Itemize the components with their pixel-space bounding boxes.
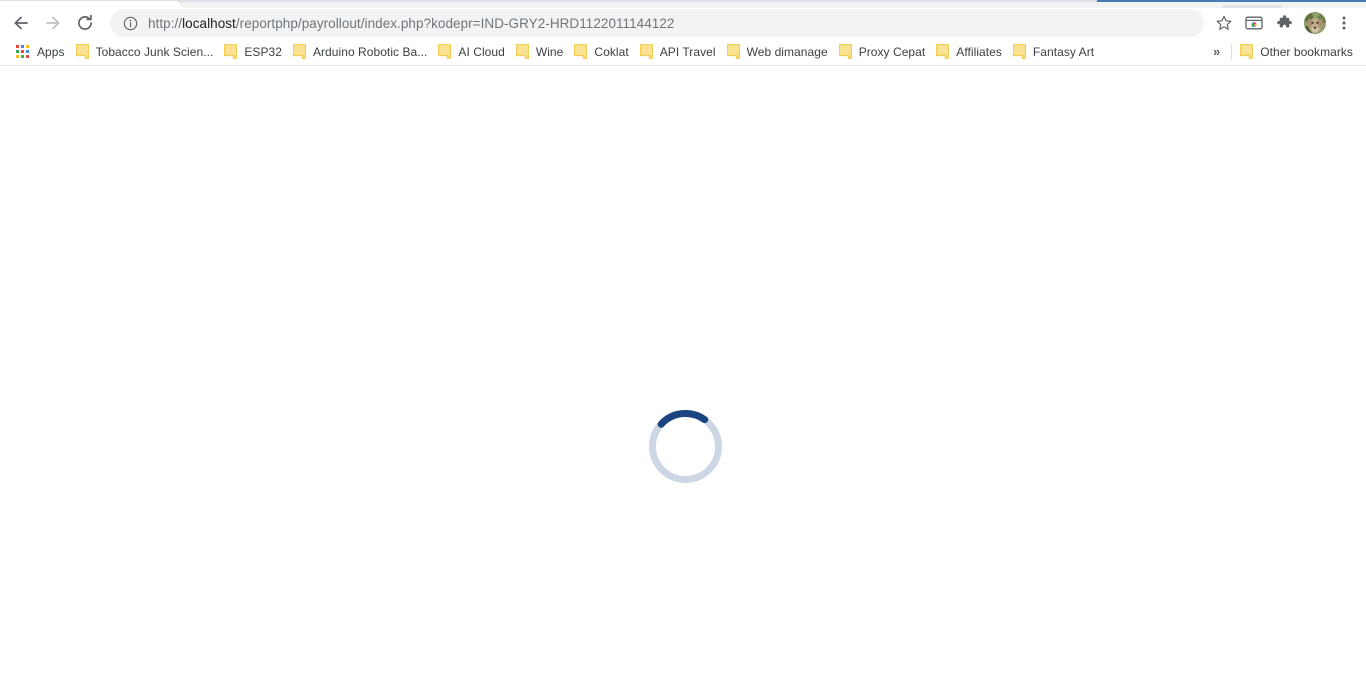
chrome-web-store-icon[interactable] — [1240, 9, 1268, 37]
bookmarks-divider — [1231, 43, 1233, 60]
address-bar[interactable]: http://localhost/reportphp/payrollout/in… — [110, 9, 1204, 37]
bookmark-label: Arduino Robotic Ba... — [312, 44, 428, 59]
bookmark-label: Fantasy Art — [1032, 44, 1095, 59]
bookmark-star-button[interactable] — [1210, 9, 1238, 37]
page-viewport — [0, 66, 1366, 694]
tab-active[interactable] — [0, 1, 182, 8]
bookmark-item-7[interactable]: Web dimanage — [723, 41, 835, 63]
bookmark-item-2[interactable]: Arduino Robotic Ba... — [289, 41, 434, 63]
bookmark-apps[interactable]: Apps — [10, 41, 72, 63]
bookmark-label: Tobacco Junk Scien... — [95, 44, 214, 59]
profile-avatar[interactable] — [1304, 12, 1326, 34]
url-text: http://localhost/reportphp/payrollout/in… — [148, 16, 674, 31]
three-dot-menu-icon[interactable] — [1330, 9, 1358, 37]
bookmark-item-3[interactable]: AI Cloud — [434, 41, 511, 63]
bookmark-label: Wine — [535, 44, 564, 59]
bookmark-item-9[interactable]: Affiliates — [932, 41, 1009, 63]
bookmark-label: Web dimanage — [746, 44, 828, 59]
folder-icon — [75, 44, 89, 59]
back-button[interactable] — [6, 8, 36, 38]
bookmark-item-5[interactable]: Coklat — [570, 41, 635, 63]
url-host: localhost — [182, 15, 236, 31]
folder-icon — [1013, 44, 1026, 59]
folder-icon — [293, 44, 306, 59]
bookmark-label: ESP32 — [244, 44, 282, 59]
other-bookmarks-label: Other bookmarks — [1260, 44, 1353, 59]
extensions-puzzle-icon[interactable] — [1270, 9, 1298, 37]
browser-window: http://localhost/reportphp/payrollout/in… — [0, 0, 1366, 694]
bookmark-item-6[interactable]: API Travel — [636, 41, 723, 63]
bookmark-item-10[interactable]: Fantasy Art — [1009, 41, 1101, 63]
bookmark-item-8[interactable]: Proxy Cepat — [835, 41, 933, 63]
folder-icon — [726, 44, 740, 59]
folder-icon — [574, 44, 588, 59]
url-scheme: http:// — [148, 15, 183, 31]
folder-icon — [1240, 44, 1254, 59]
reload-button[interactable] — [70, 8, 100, 38]
loading-spinner — [649, 410, 722, 483]
folder-icon — [515, 44, 529, 59]
bookmark-item-4[interactable]: Wine — [512, 41, 571, 63]
bookmark-label: API Travel — [659, 44, 716, 59]
info-circle-icon[interactable] — [122, 15, 138, 31]
bookmark-apps-label: Apps — [37, 44, 65, 59]
folder-icon — [438, 44, 452, 59]
bookmarks-overflow-button[interactable]: » — [1205, 41, 1227, 63]
apps-grid-icon — [16, 44, 30, 59]
bookmark-item-1[interactable]: ESP32 — [220, 41, 289, 63]
folder-icon — [639, 44, 653, 59]
bookmarks-bar: Apps Tobacco Junk Scien... ESP32 Arduino… — [0, 38, 1366, 66]
tab-strip — [0, 0, 1366, 8]
bookmark-label: Coklat — [594, 44, 629, 59]
bookmark-label: Proxy Cepat — [858, 44, 926, 59]
bookmark-label: Affiliates — [956, 44, 1002, 59]
folder-icon — [838, 44, 852, 59]
bookmark-label: AI Cloud — [458, 44, 505, 59]
bookmark-item-0[interactable]: Tobacco Junk Scien... — [72, 41, 221, 63]
folder-icon — [224, 44, 238, 59]
folder-icon — [936, 44, 950, 59]
bookmark-other-bookmarks[interactable]: Other bookmarks — [1236, 41, 1360, 63]
url-path: /reportphp/payrollout/index.php?kodepr=I… — [235, 15, 675, 31]
forward-button[interactable] — [38, 8, 68, 38]
browser-toolbar: http://localhost/reportphp/payrollout/in… — [0, 8, 1366, 38]
